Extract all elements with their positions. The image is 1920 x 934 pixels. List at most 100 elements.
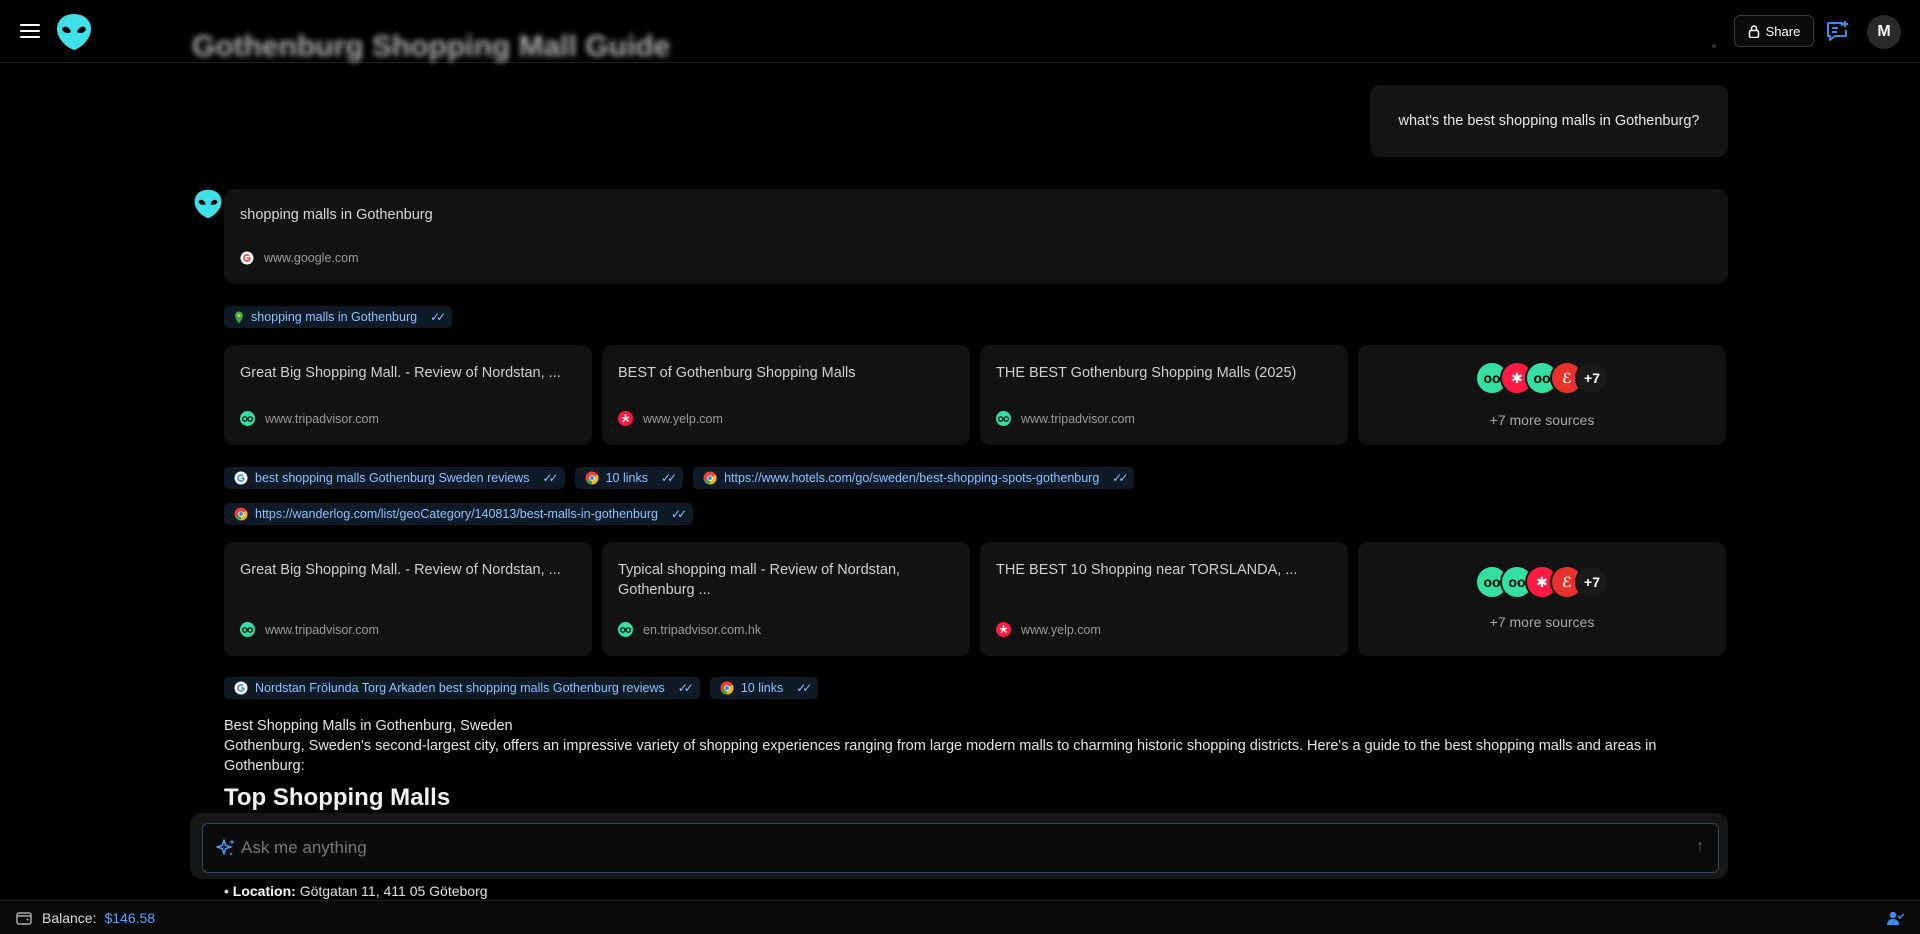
double-check-icon: ✓✓ [660,471,677,485]
new-chat-icon[interactable] [1824,19,1850,45]
search-result-card[interactable]: shopping malls in Gothenburg www.google.… [224,189,1728,284]
chrome-icon [703,471,717,485]
google-icon [234,681,248,695]
more-sources-label: +7 more sources [1489,614,1595,630]
tripadvisor-icon [240,411,255,426]
chrome-icon [585,471,599,485]
double-check-icon: ✓✓ [677,681,694,695]
share-label: Share [1765,23,1801,39]
source-row: www.tripadvisor.com [240,411,379,426]
pill-label: shopping malls in Gothenburg [251,310,418,324]
chrome-icon [720,681,734,695]
double-check-icon: ✓✓ [1112,471,1128,485]
pill-label: 10 links [740,681,784,695]
double-check-icon: ✓✓ [430,310,446,324]
more-sources-card[interactable]: oo ✱ oo ℰ +7 +7 more sources [1358,345,1726,445]
source-title: Typical shopping mall - Review of Nordst… [618,562,901,598]
sources-row: Great Big Shopping Mall. - Review of Nor… [224,345,1728,445]
double-check-icon: ✓✓ [671,507,687,521]
answer-intro: Gothenburg, Sweden's second-largest city… [224,738,1657,774]
map-pin-icon [235,311,243,323]
share-button[interactable]: Share [1734,15,1814,47]
source-card[interactable]: Great Big Shopping Mall. - Review of Nor… [224,345,592,445]
source-title: THE BEST 10 Shopping near TORSLANDA, ... [996,562,1298,578]
source-card[interactable]: THE BEST 10 Shopping near TORSLANDA, ...… [980,542,1348,656]
menu-icon[interactable] [18,20,42,42]
user-avatar[interactable]: M [1867,15,1901,49]
source-domain: www.tripadvisor.com [265,622,379,637]
location-bullet: • Location: Götgatan 11, 411 05 Göteborg [224,883,488,899]
search-pill[interactable]: Nordstan Frölunda Torg Arkaden best shop… [224,677,700,699]
sources-row: Great Big Shopping Mall. - Review of Nor… [224,542,1728,656]
pill-label: best shopping malls Gothenburg Sweden re… [255,471,530,485]
search-pill[interactable]: https://www.hotels.com/go/sweden/best-sh… [693,467,1135,489]
yelp-icon [618,411,633,426]
source-row: www.google.com [240,251,359,265]
pill-label: Nordstan Frölunda Torg Arkaden best shop… [255,681,665,695]
search-pill[interactable]: shopping malls in Gothenburg ✓✓ [224,306,453,328]
answer-heading-line: Best Shopping Malls in Gothenburg, Swede… [224,718,513,734]
pill-label: https://wanderlog.com/list/geoCategory/1… [255,507,659,521]
send-arrow-icon[interactable]: ↑ [1696,838,1704,856]
more-count: +7 [1575,361,1609,395]
source-card[interactable]: THE BEST Gothenburg Shopping Malls (2025… [980,345,1348,445]
source-domain: en.tripadvisor.com.hk [643,622,762,637]
location-value: Götgatan 11, 411 05 Göteborg [299,883,488,899]
search-pills-row: Nordstan Frölunda Torg Arkaden best shop… [224,677,819,699]
balance-value: $146.58 [104,909,156,926]
source-icon-stack: oo oo ✱ ℰ +7 [1475,565,1609,599]
tripadvisor-icon [618,622,633,637]
source-title: BEST of Gothenburg Shopping Malls [618,365,856,381]
tripadvisor-icon [996,411,1011,426]
source-row: www.yelp.com [996,622,1101,637]
source-row: www.yelp.com [618,411,723,426]
source-card[interactable]: Great Big Shopping Mall. - Review of Nor… [224,542,592,656]
source-domain: www.tripadvisor.com [1021,411,1135,426]
user-message-text: what's the best shopping malls in Gothen… [1398,113,1700,129]
double-check-icon: ✓✓ [542,471,558,485]
source-domain: www.yelp.com [643,411,723,426]
pill-label: https://www.hotels.com/go/sweden/best-sh… [724,471,1100,485]
more-sources-card[interactable]: oo oo ✱ ℰ +7 +7 more sources [1358,542,1726,656]
search-pills-row: shopping malls in Gothenburg ✓✓ [224,306,453,328]
source-domain: www.yelp.com [1021,622,1101,637]
lock-icon [1748,24,1759,38]
source-domain: www.tripadvisor.com [265,411,379,426]
answer-body: Best Shopping Malls in Gothenburg, Swede… [224,716,1728,811]
google-icon [234,471,248,485]
assistant-avatar-icon [193,188,223,225]
double-check-icon: ✓✓ [796,681,812,695]
pill-label: 10 links [605,471,648,485]
divider-dot [1712,44,1716,48]
source-row: www.tripadvisor.com [240,622,379,637]
sparkle-icon [216,839,235,856]
more-count: +7 [1575,565,1609,599]
top-bar: Gothenburg Shopping Mall Guide Share M [0,0,1920,63]
search-pill[interactable]: 10 links ✓✓ [574,467,684,489]
location-label: Location: [232,883,296,899]
page-title: Gothenburg Shopping Mall Guide [192,30,671,63]
user-message: what's the best shopping malls in Gothen… [1370,85,1728,157]
search-pill[interactable]: https://wanderlog.com/list/geoCategory/1… [224,503,694,525]
source-card[interactable]: BEST of Gothenburg Shopping Malls www.ye… [602,345,970,445]
source-domain: www.google.com [264,251,359,265]
section-title: Top Shopping Malls [224,784,451,811]
search-pill[interactable]: best shopping malls Gothenburg Sweden re… [224,467,565,489]
search-pills-row: best shopping malls Gothenburg Sweden re… [224,467,1135,489]
source-row: en.tripadvisor.com.hk [618,622,761,637]
source-title: Great Big Shopping Mall. - Review of Nor… [240,562,561,578]
chrome-icon [234,507,248,521]
more-sources-label: +7 more sources [1489,412,1595,428]
status-bar: Balance: $146.58 [0,900,1920,934]
source-card[interactable]: Typical shopping mall - Review of Nordst… [602,542,970,656]
search-query: shopping malls in Gothenburg [240,207,433,223]
user-check-icon[interactable] [1886,909,1904,927]
source-icon-stack: oo ✱ oo ℰ +7 [1475,361,1609,395]
chat-input-container: ↑ [190,813,1728,879]
search-pill[interactable]: 10 links ✓✓ [709,677,819,699]
tripadvisor-icon [240,622,255,637]
wallet-icon [16,911,32,925]
source-row: www.tripadvisor.com [996,411,1135,426]
chat-input[interactable] [241,824,1661,872]
alien-logo-icon[interactable] [55,12,93,57]
